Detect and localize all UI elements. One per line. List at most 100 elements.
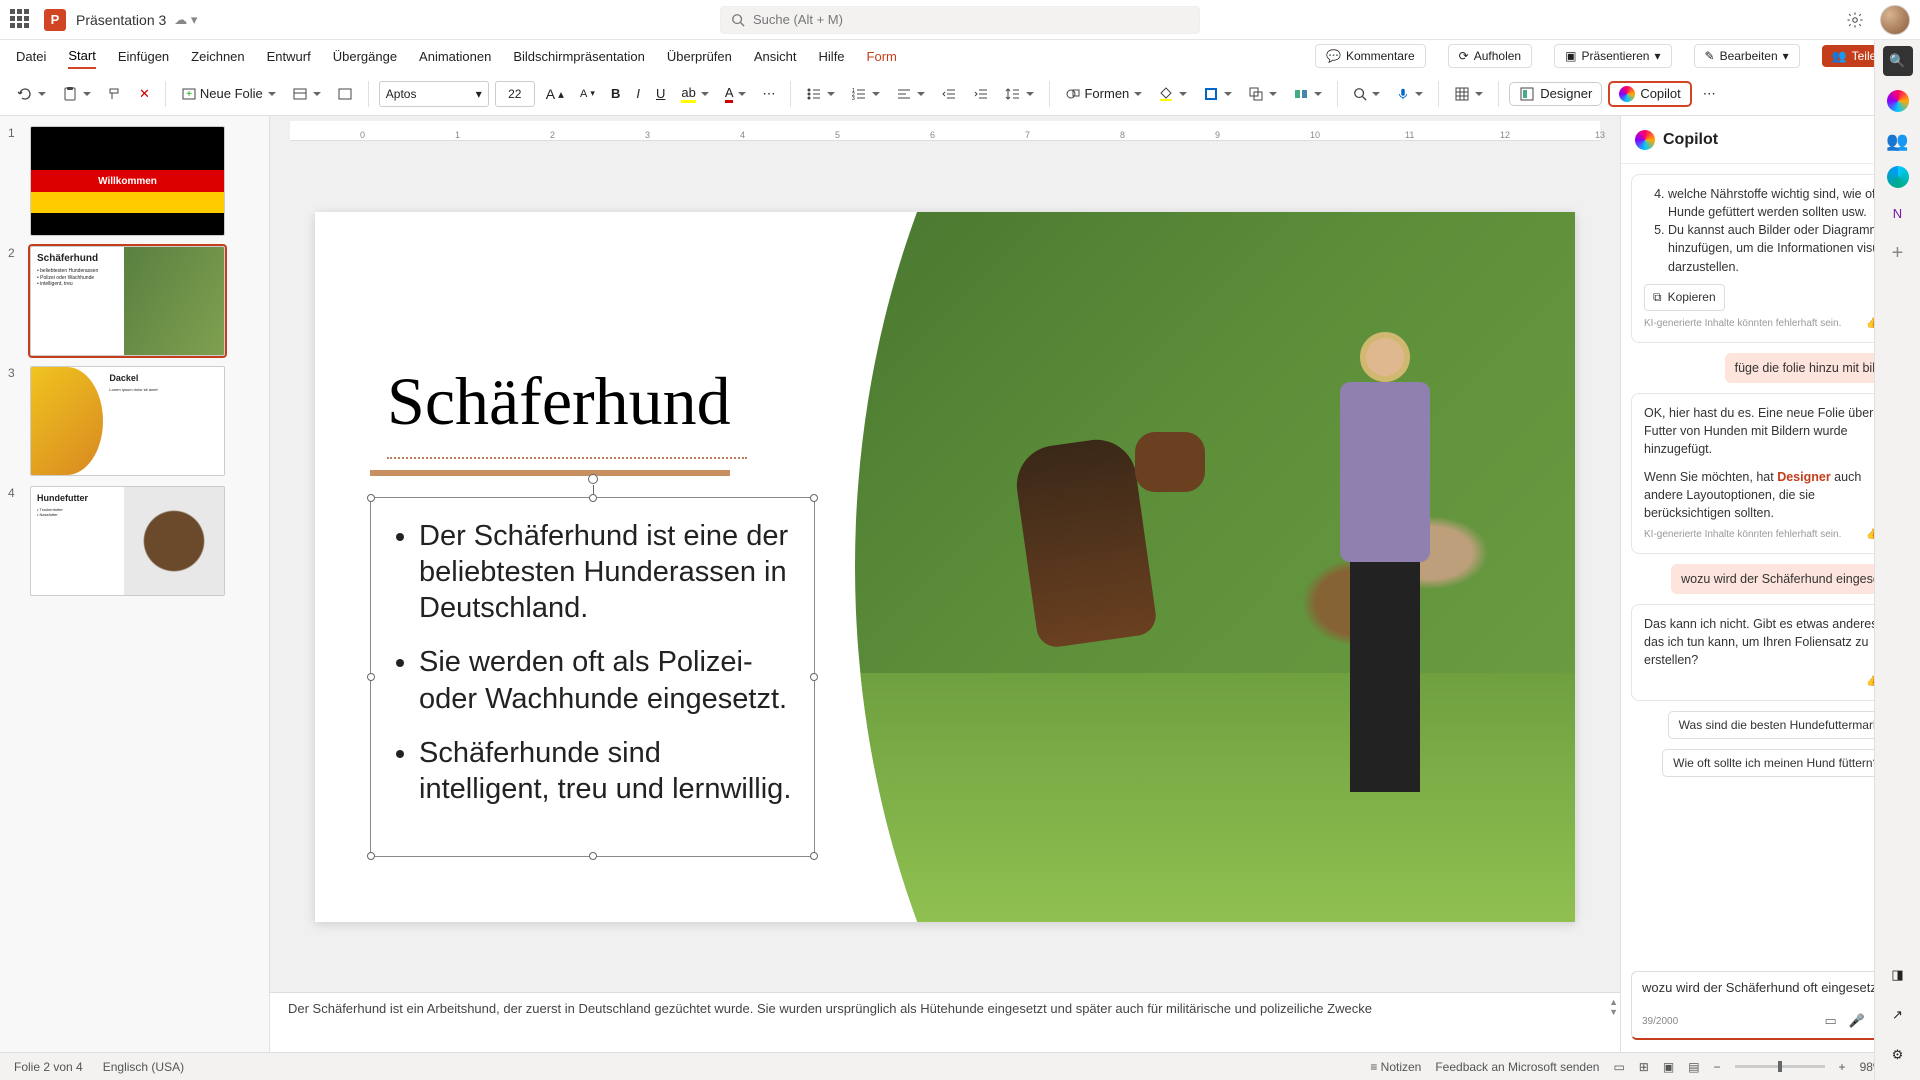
bold-button[interactable]: B [606,83,625,104]
slide-thumb-4[interactable]: Hundefutter• Trockenfutter• Nassfutter [30,486,225,596]
tab-ansicht[interactable]: Ansicht [754,45,797,68]
resize-handle[interactable] [367,494,375,502]
tab-animationen[interactable]: Animationen [419,45,491,68]
tab-einfugen[interactable]: Einfügen [118,45,169,68]
tab-bildschirm[interactable]: Bildschirmpräsentation [513,45,645,68]
resize-handle[interactable] [367,852,375,860]
feedback-link[interactable]: Feedback an Microsoft senden [1435,1060,1599,1074]
notes-scroll[interactable]: ▲▼ [1609,997,1618,1017]
slide-thumb-3[interactable]: DackelLorem ipsum dolor sit amet [30,366,225,476]
shape-outline-button[interactable] [1198,83,1237,105]
tab-start[interactable]: Start [68,44,95,69]
slide-indicator[interactable]: Folie 2 von 4 [14,1060,83,1074]
tab-form[interactable]: Form [867,45,897,68]
tab-uberprufen[interactable]: Überprüfen [667,45,732,68]
undo-button[interactable] [12,83,51,105]
italic-button[interactable]: I [631,83,645,104]
zoom-out-button[interactable]: − [1714,1060,1721,1074]
font-select[interactable]: Aptos▾ [379,81,489,107]
shape-fill-button[interactable] [1153,83,1192,105]
copilot-button[interactable]: Copilot [1608,81,1691,107]
rail-edge-icon[interactable] [1887,166,1909,188]
arrange-button[interactable] [1243,83,1282,105]
content-textbox[interactable]: Der Schäferhund ist eine der beliebteste… [370,497,815,857]
bullet-1[interactable]: Der Schäferhund ist eine der beliebteste… [419,518,796,627]
rotate-handle[interactable] [588,474,598,484]
indent-decrease-button[interactable] [936,83,962,105]
more-ribbon-button[interactable]: ⋯ [1698,83,1721,105]
font-color-button[interactable]: A [720,82,752,106]
bullets-button[interactable] [801,83,840,105]
rail-settings-icon[interactable]: ⚙ [1883,1040,1913,1070]
layout-button[interactable] [287,83,326,105]
dictate-button[interactable] [1391,84,1428,104]
bullet-3[interactable]: Schäferhunde sind intelligent, treu und … [419,735,796,808]
tab-ubergange[interactable]: Übergänge [333,45,397,68]
designer-button[interactable]: Designer [1509,82,1602,106]
settings-icon[interactable] [1846,11,1864,29]
language-indicator[interactable]: Englisch (USA) [103,1060,184,1074]
rail-open-icon[interactable]: ↗ [1883,1000,1913,1030]
notes-toggle[interactable]: ≡ Notizen [1370,1060,1421,1074]
resize-handle[interactable] [589,852,597,860]
tab-zeichnen[interactable]: Zeichnen [191,45,244,68]
table-button[interactable] [1449,83,1488,105]
zoom-in-button[interactable]: + [1839,1060,1846,1074]
designer-link[interactable]: Designer [1777,470,1831,484]
rail-notes-icon[interactable]: N [1883,198,1913,228]
reset-button[interactable] [332,83,358,105]
rail-copilot-icon[interactable] [1883,86,1913,116]
sorter-view-icon[interactable]: ⊞ [1639,1060,1649,1074]
catchup-button[interactable]: ⟳ Aufholen [1448,44,1532,68]
slideshow-view-icon[interactable]: ▤ [1688,1060,1699,1074]
quick-styles-button[interactable] [1288,83,1327,105]
resize-handle[interactable] [810,494,818,502]
slide-canvas[interactable]: Schäferhund Der Schäferhund ist eine der… [315,212,1575,922]
comments-button[interactable]: 💬 Kommentare [1315,44,1426,68]
app-launcher-icon[interactable] [10,9,32,31]
decrease-font-button[interactable]: A▾ [575,85,600,103]
resize-handle[interactable] [367,673,375,681]
shapes-button[interactable]: Formen [1060,83,1147,105]
format-painter-button[interactable] [102,83,128,105]
numbering-button[interactable]: 123 [846,83,885,105]
highlight-button[interactable]: ab [676,82,713,106]
tab-datei[interactable]: Datei [16,45,46,68]
find-button[interactable] [1348,84,1385,104]
tab-hilfe[interactable]: Hilfe [819,45,845,68]
resize-handle[interactable] [810,673,818,681]
present-button[interactable]: ▣ Präsentieren ▾ [1554,44,1671,68]
copilot-input-text[interactable]: wozu wird der Schäferhund oft eingesetzt [1642,980,1899,1000]
notes-pane[interactable]: Der Schäferhund ist ein Arbeitshund, der… [270,992,1620,1052]
notes-text[interactable]: Der Schäferhund ist ein Arbeitshund, der… [288,1001,1372,1016]
rail-search-icon[interactable]: 🔍 [1883,46,1913,76]
copilot-input[interactable]: wozu wird der Schäferhund oft eingesetzt… [1631,971,1910,1040]
paste-button[interactable] [57,83,96,105]
font-size-input[interactable]: 22 [495,81,535,107]
search-input[interactable]: Suche (Alt + M) [720,6,1200,34]
new-slide-button[interactable]: +Neue Folie [176,83,281,105]
reading-view-icon[interactable]: ▣ [1663,1060,1674,1074]
suggestion-chip[interactable]: Wie oft sollte ich meinen Hund füttern? [1662,749,1890,777]
user-avatar[interactable] [1880,5,1910,35]
resize-handle[interactable] [589,494,597,502]
line-spacing-button[interactable] [1000,83,1039,105]
increase-font-button[interactable]: A▴ [541,83,569,105]
slide-thumb-2[interactable]: Schäferhund• beliebtesten Hunderassen• P… [30,246,225,356]
normal-view-icon[interactable]: ▭ [1613,1060,1624,1074]
bullet-2[interactable]: Sie werden oft als Polizei- oder Wachhun… [419,644,796,717]
more-font-button[interactable]: ⋯ [757,83,780,105]
delete-button[interactable]: ✕ [134,83,155,105]
attach-icon[interactable]: ▭ [1825,1013,1837,1029]
slide-title[interactable]: Schäferhund [387,362,731,441]
resize-handle[interactable] [810,852,818,860]
indent-increase-button[interactable] [968,83,994,105]
rail-teams-icon[interactable]: 👥 [1883,126,1913,156]
mic-icon[interactable]: 🎤 [1849,1013,1865,1029]
edit-button[interactable]: ✎ Bearbeiten ▾ [1694,44,1800,68]
zoom-slider[interactable] [1735,1065,1825,1068]
align-button[interactable] [891,83,930,105]
slide-thumb-1[interactable]: Willkommen [30,126,225,236]
underline-button[interactable]: U [651,83,670,104]
rail-add-icon[interactable]: + [1883,238,1913,268]
